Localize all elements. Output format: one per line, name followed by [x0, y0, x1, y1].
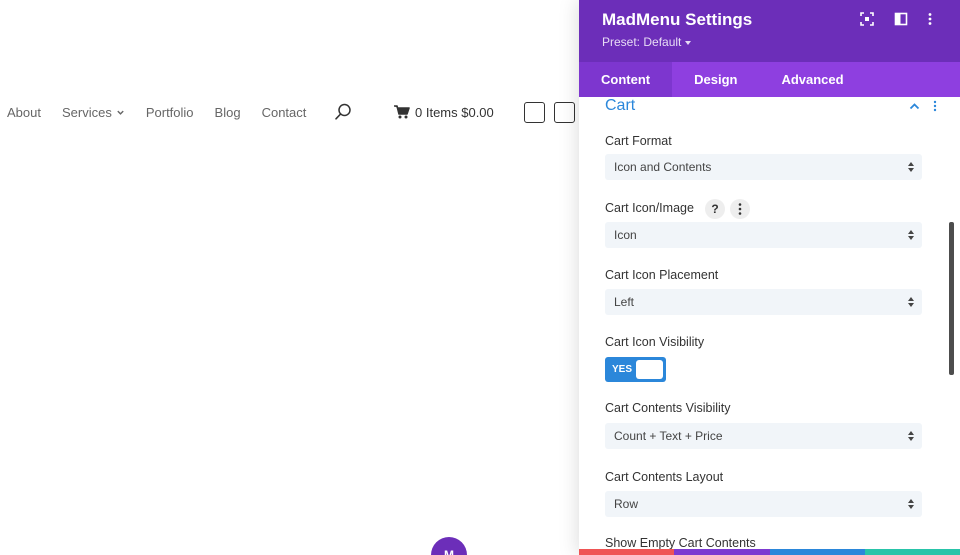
- cart-contents-layout-select[interactable]: Row: [605, 491, 922, 517]
- nav-item-blog[interactable]: Blog: [215, 105, 241, 120]
- modal-header: MadMenu Settings Preset: Default: [579, 0, 960, 62]
- select-arrows-icon: [908, 230, 914, 240]
- tab-content[interactable]: Content: [579, 62, 673, 97]
- nav-icon-box-1[interactable]: [524, 102, 545, 123]
- section-options-icon[interactable]: [930, 100, 940, 112]
- nav-item-portfolio[interactable]: Portfolio: [146, 105, 194, 120]
- kebab-menu-icon[interactable]: [923, 12, 937, 26]
- nav-item-services[interactable]: Services: [62, 105, 125, 120]
- modal-tabs: Content Design Advanced: [579, 62, 960, 97]
- search-icon[interactable]: [334, 103, 352, 121]
- select-arrows-icon: [908, 162, 914, 172]
- focus-mode-icon[interactable]: [860, 12, 874, 26]
- preset-label: Preset: Default: [602, 35, 682, 49]
- cart-icon-placement-select[interactable]: Left: [605, 289, 922, 315]
- tab-advanced[interactable]: Advanced: [759, 62, 865, 97]
- help-icon[interactable]: ?: [705, 199, 725, 219]
- cart-contents-layout-value: Row: [614, 497, 639, 511]
- cart-icon-image-value: Icon: [614, 228, 637, 242]
- nav-item-services-label: Services: [61, 104, 112, 120]
- save-button[interactable]: [864, 549, 960, 555]
- modal-title: MadMenu Settings: [602, 10, 753, 29]
- cart-icon-placement-value: Left: [614, 295, 635, 309]
- nav-item-about[interactable]: About: [7, 105, 41, 120]
- caret-down-icon: [685, 40, 692, 45]
- cart-icon-visibility-toggle[interactable]: YES: [605, 357, 666, 382]
- section-title-cart[interactable]: Cart: [605, 97, 635, 115]
- site-nav: About Services Portfolio Blog Contact: [0, 100, 327, 124]
- madmenu-module-label: M: [444, 548, 454, 555]
- cart-contents-visibility-label: Cart Contents Visibility: [605, 401, 731, 415]
- cart-icon-image-label: Cart Icon/Image: [605, 201, 694, 215]
- undo-button[interactable]: [674, 549, 770, 555]
- modal-body: Cart Cart Format Icon and Contents Cart …: [579, 97, 960, 549]
- discard-button[interactable]: [579, 549, 675, 555]
- cart-format-label: Cart Format: [605, 134, 672, 148]
- nav-cart[interactable]: 0 Items $0.00: [394, 103, 494, 121]
- page: About Services Portfolio Blog Contact 0 …: [0, 0, 960, 555]
- cart-format-select[interactable]: Icon and Contents: [605, 154, 922, 180]
- cart-contents-visibility-value: Count + Text + Price: [614, 429, 723, 443]
- toggle-knob: [636, 360, 663, 379]
- tab-design[interactable]: Design: [672, 62, 759, 97]
- modal-footer: [579, 549, 960, 555]
- nav-item-contact[interactable]: Contact: [262, 105, 307, 120]
- sidebar-layout-icon[interactable]: [894, 12, 908, 26]
- cart-icon-placement-label: Cart Icon Placement: [605, 268, 719, 282]
- settings-modal: MadMenu Settings Preset: Default Content…: [579, 0, 960, 555]
- toggle-yes-label: YES: [612, 364, 633, 375]
- cart-format-value: Icon and Contents: [614, 160, 712, 174]
- cart-contents-visibility-select[interactable]: Count + Text + Price: [605, 423, 922, 449]
- field-options-icon[interactable]: [730, 199, 750, 219]
- kebab-dots-icon: [738, 203, 742, 215]
- show-empty-cart-contents-label: Show Empty Cart Contents: [605, 536, 756, 549]
- chevron-up-icon[interactable]: [909, 101, 920, 112]
- nav-icon-box-2[interactable]: [554, 102, 575, 123]
- nav-cart-label: 0 Items $0.00: [415, 104, 494, 120]
- cart-icon-image-select[interactable]: Icon: [605, 222, 922, 248]
- chevron-down-icon: [117, 110, 124, 115]
- cart-icon: [394, 105, 410, 119]
- modal-scrollbar[interactable]: [949, 222, 954, 375]
- preset-selector[interactable]: Preset: Default: [602, 35, 692, 49]
- cart-icon-visibility-label: Cart Icon Visibility: [605, 335, 705, 349]
- cart-contents-layout-label: Cart Contents Layout: [605, 470, 724, 484]
- madmenu-module-button[interactable]: M: [431, 537, 467, 555]
- select-arrows-icon: [908, 431, 914, 441]
- redo-button[interactable]: [769, 549, 865, 555]
- select-arrows-icon: [908, 297, 914, 307]
- select-arrows-icon: [908, 499, 914, 509]
